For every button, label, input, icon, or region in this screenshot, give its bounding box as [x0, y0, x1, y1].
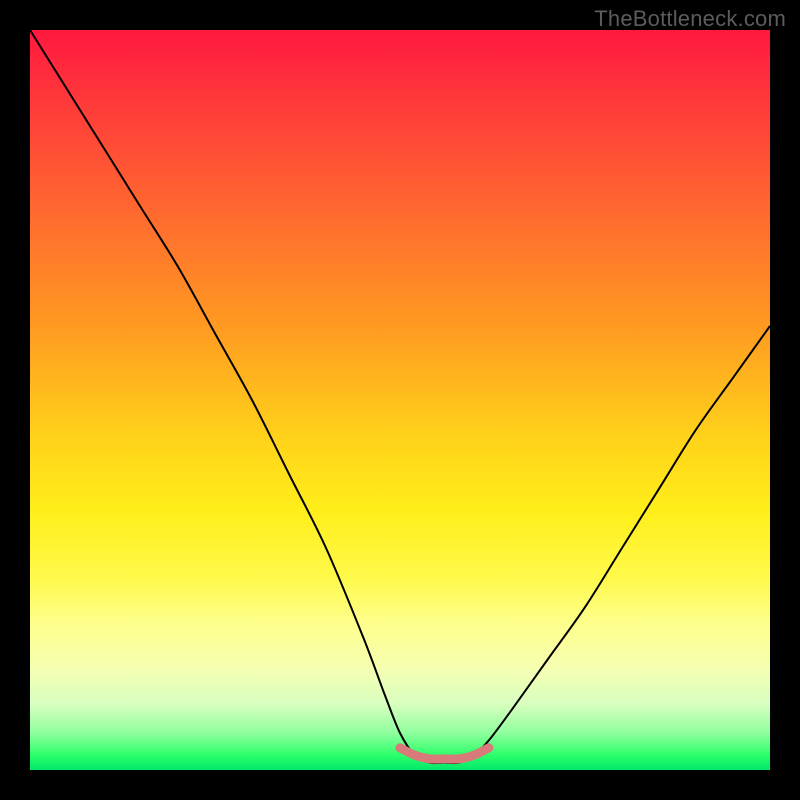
watermark-text: TheBottleneck.com [594, 6, 786, 32]
chart-svg [30, 30, 770, 770]
chart-frame: TheBottleneck.com [0, 0, 800, 800]
bottleneck-curve [30, 30, 770, 763]
plot-area [30, 30, 770, 770]
optimal-range-highlight [400, 748, 489, 759]
